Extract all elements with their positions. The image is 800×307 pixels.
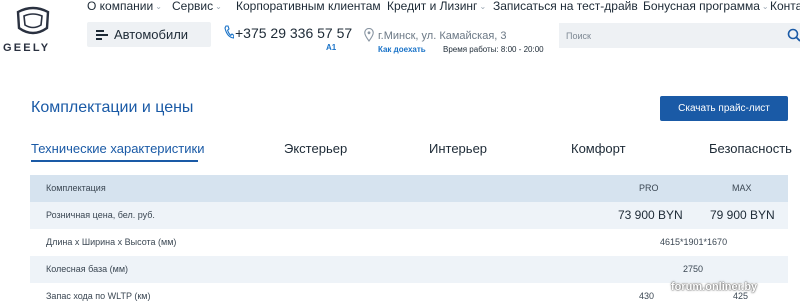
row-label: Розничная цена, бел. руб. [46,210,155,220]
nav-item-label: Конта [770,0,800,13]
directions-link[interactable]: Как доехать [378,45,426,54]
a1-operator-icon: A1 [326,43,337,52]
nav-item-corporate[interactable]: Корпоративным клиентам [236,0,381,13]
phone-icon [224,25,234,39]
row-label: Колесная база (мм) [46,264,129,274]
chevron-down-icon: ⌄ [479,2,487,11]
watermark: forum.onliner.by [671,281,758,293]
row-value-pro: 430 [639,291,655,301]
nav-item-label: О компании [87,0,154,13]
table-header-label: Комплектация [46,183,106,193]
nav-item-credit-leasing[interactable]: Кредит и Лизинг ⌄ [387,0,486,13]
table-row: Розничная цена, бел. руб. 73 900 BYN 79 … [30,202,788,229]
row-label: Запас хода по WLTP (км) [46,291,151,301]
chevron-down-icon: ⌄ [761,2,769,11]
cars-menu-label: Автомобили [114,27,189,42]
table-header-row: Комплектация PRO MAX [30,175,788,202]
nav-item-bonus-program[interactable]: Бонусная программа ⌄ [643,0,769,13]
tab-exterior[interactable]: Экстерьер [284,141,347,156]
chevron-down-icon: ⌄ [215,2,222,11]
active-tab-underline [31,160,198,162]
nav-item-test-drive[interactable]: Записаться на тест-драйв [493,0,638,13]
dealer-address: г.Минск, ул. Камайская, 3 [378,30,507,42]
price-pro: 73 900 BYN [618,208,683,222]
cars-menu-button[interactable]: Автомобили [87,22,211,47]
download-price-list-button[interactable]: Скачать прайс-лист [660,96,788,121]
working-hours: Время работы: 8:00 - 20:00 [443,45,544,54]
nav-item-label: Бонусная программа [643,0,760,13]
trim-max-header: MAX [732,183,752,193]
nav-item-about[interactable]: О компании ⌄ [87,0,162,13]
nav-item-label: Корпоративным клиентам [236,0,381,13]
search-icon[interactable] [787,28,800,42]
page-title: Комплектации и цены [31,99,194,116]
trim-pro-header: PRO [639,183,659,193]
menu-icon [96,30,108,40]
logo-wordmark: GEELY [3,42,51,54]
tab-technical-specs[interactable]: Технические характеристики [31,141,204,156]
row-label: Длина х Ширина х Высота (мм) [46,237,177,247]
nav-item-contacts[interactable]: Конта [770,0,800,13]
phone-number-link[interactable]: +375 29 336 57 57 [235,25,352,41]
table-row: Колесная база (мм) 2750 [30,256,788,283]
nav-item-label: Записаться на тест-драйв [493,0,638,13]
nav-item-service[interactable]: Сервис ⌄ [172,0,222,13]
row-value-shared: 4615*1901*1670 [660,237,728,247]
top-navigation: О компании ⌄ Сервис ⌄ Корпоративным клиент… [0,0,800,16]
search-input[interactable] [559,23,800,48]
row-value-shared: 2750 [683,264,704,274]
tab-safety[interactable]: Безопасность [709,141,792,156]
nav-item-label: Кредит и Лизинг [387,0,478,13]
location-pin-icon [364,28,374,42]
price-max: 79 900 BYN [710,208,775,222]
nav-item-label: Сервис [172,0,214,13]
chevron-down-icon: ⌄ [155,2,162,11]
table-row: Длина х Ширина х Высота (мм) 4615*1901*1… [30,229,788,256]
tab-interior[interactable]: Интерьер [429,141,487,156]
tab-comfort[interactable]: Комфорт [571,141,626,156]
